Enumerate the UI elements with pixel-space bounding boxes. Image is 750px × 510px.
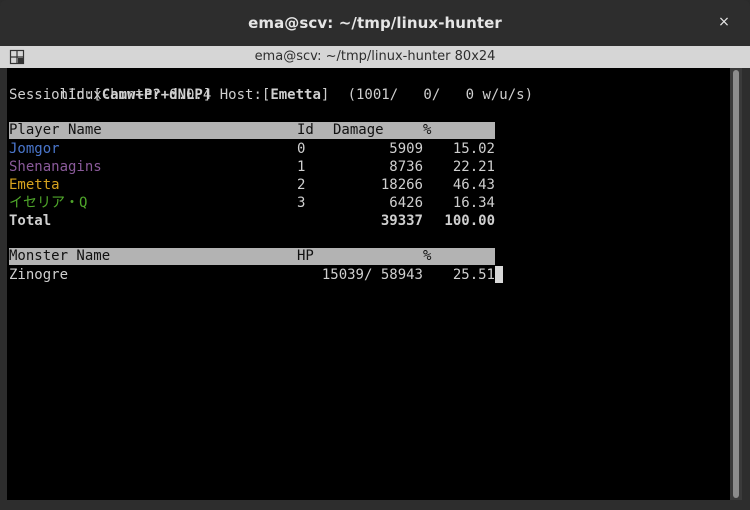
player-name: Jomgor	[9, 141, 60, 157]
player-name: Shenanagins	[9, 159, 102, 175]
monster-percent: 25.51	[452, 267, 495, 283]
close-icon[interactable]: ×	[716, 14, 732, 30]
window-bottom-frame	[0, 500, 750, 510]
terminal-window: ema@scv: ~/tmp/linux-hunter × ema@scv: ~…	[0, 0, 750, 510]
player-id: 1	[297, 159, 306, 175]
monster-name: Zinogre	[9, 267, 69, 283]
host-label: ] Host:[	[202, 87, 271, 103]
player-name: Emetta	[9, 177, 60, 193]
total-label: Total	[9, 213, 52, 229]
host-end: ]	[320, 87, 330, 103]
player-damage: 6426	[389, 195, 423, 211]
header-damage: Damage	[333, 122, 384, 138]
player-id: 0	[297, 141, 306, 157]
tab-title: ema@scv: ~/tmp/linux-hunter 80x24	[254, 49, 496, 64]
session-label: SessionId:[	[9, 87, 102, 103]
header-hp: HP	[297, 248, 314, 264]
header-id: Id	[297, 122, 314, 138]
player-damage: 18266	[380, 177, 423, 193]
player-id: 3	[297, 195, 306, 211]
player-percent: 16.34	[452, 195, 495, 211]
tab-bar: ema@scv: ~/tmp/linux-hunter 80x24	[0, 46, 750, 68]
scrollbar[interactable]	[730, 68, 742, 500]
session-line: SessionId:[Camw+P?+dNLP] Host:[Emetta]	[9, 86, 329, 104]
host-name: Emetta	[270, 87, 321, 103]
monster-hp: 15039/ 58943	[321, 267, 423, 283]
player-name: イセリア・Q	[9, 195, 88, 211]
window-title: ema@scv: ~/tmp/linux-hunter	[248, 14, 502, 32]
total-damage: 39337	[380, 213, 423, 229]
header-percent: %	[423, 122, 432, 138]
player-percent: 15.02	[452, 141, 495, 157]
total-row: Total 39337 100.00	[9, 212, 495, 230]
table-row: Emetta 2 18266 46.43	[9, 176, 495, 194]
table-row: Zinogre 15039/ 58943 25.51	[9, 266, 495, 284]
table-row: Shenanagins 1 8736 22.21	[9, 158, 495, 176]
table-row: イセリア・Q 3 6426 16.34	[9, 194, 495, 212]
terminal-area[interactable]: linux-hunter 0.0.4 (1001/ 0/ 0 w/u/s) Se…	[7, 68, 730, 500]
total-percent: 100.00	[444, 213, 495, 229]
table-row: Jomgor 0 5909 15.02	[9, 140, 495, 158]
header-monster-percent: %	[423, 248, 432, 264]
player-damage: 8736	[389, 159, 423, 175]
packet-stats: (1001/ 0/ 0 w/u/s)	[347, 87, 534, 103]
stats-line: (1001/ 0/ 0 w/u/s)	[297, 68, 533, 103]
monsters-header: Monster Name HP %	[9, 248, 495, 265]
players-header: Player Name Id Damage %	[9, 122, 495, 139]
player-percent: 22.21	[452, 159, 495, 175]
text-cursor	[495, 266, 503, 283]
player-id: 2	[297, 177, 306, 193]
header-player-name: Player Name	[9, 122, 102, 138]
scrollbar-thumb[interactable]	[733, 70, 739, 498]
player-percent: 46.43	[452, 177, 495, 193]
player-damage: 5909	[389, 141, 423, 157]
app-version-line: linux-hunter 0.0.4	[9, 68, 212, 103]
title-bar[interactable]: ema@scv: ~/tmp/linux-hunter ×	[0, 0, 750, 46]
header-monster-name: Monster Name	[9, 248, 111, 264]
session-id: Camw+P?+dNLP	[101, 87, 203, 103]
